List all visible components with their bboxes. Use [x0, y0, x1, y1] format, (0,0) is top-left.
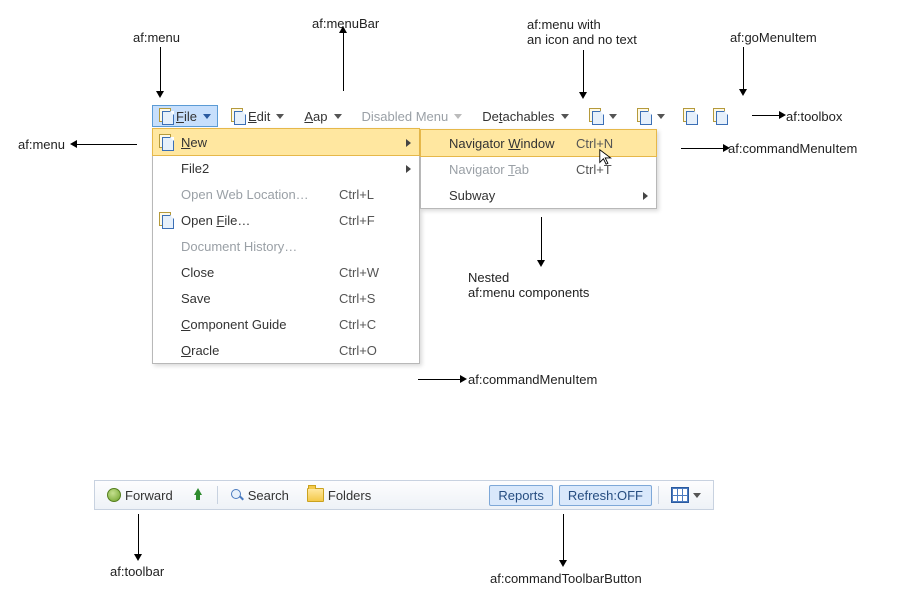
menuitem-component-guide[interactable]: Component Guide Ctrl+C	[153, 311, 419, 337]
annotation-nested-menu: Nested af:menu components	[468, 270, 589, 300]
grid-icon	[671, 487, 689, 503]
menu-file[interactable]: File	[152, 105, 218, 127]
menuitem-file2[interactable]: File2	[153, 155, 419, 181]
annotation-af-commandmenuitem-bottom: af:commandMenuItem	[468, 372, 597, 387]
search-icon	[230, 488, 244, 502]
caret-icon	[561, 114, 569, 119]
toolbar-search[interactable]: Search	[224, 486, 295, 505]
cursor-icon	[598, 148, 616, 166]
folder-icon	[307, 488, 324, 502]
doc-icon	[683, 108, 697, 124]
menubar: File Edit Aap Disabled Menu Detachables	[152, 104, 732, 128]
menu-aap[interactable]: Aap	[297, 106, 348, 127]
annotation-af-gomenuitem: af:goMenuItem	[730, 30, 817, 45]
menuitem-open-web-location: Open Web Location… Ctrl+L	[153, 181, 419, 207]
new-submenu: Navigator Window Ctrl+N Navigator Tab Ct…	[420, 129, 657, 209]
menu-edit[interactable]: Edit	[224, 105, 291, 127]
toolbar: Forward Search Folders Reports Refresh:O…	[94, 480, 714, 510]
annotation-af-toolbar: af:toolbar	[110, 564, 164, 579]
file-dropdown: New File2 Open Web Location… Ctrl+L Open…	[152, 128, 420, 364]
doc-icon	[231, 108, 245, 124]
doc-icon	[159, 134, 173, 150]
menuitem-open-file[interactable]: Open File… Ctrl+F	[153, 207, 419, 233]
annotation-af-menu-top: af:menu	[133, 30, 180, 45]
doc-icon	[159, 212, 173, 228]
annotation-af-menu-icon-only: af:menu with an icon and no text	[527, 17, 637, 47]
menuitem-oracle[interactable]: Oracle Ctrl+O	[153, 337, 419, 363]
toolbar-reports[interactable]: Reports	[489, 485, 553, 506]
menu-detachables[interactable]: Detachables	[475, 106, 575, 127]
submenu-arrow-icon	[406, 139, 411, 147]
doc-icon	[637, 108, 651, 124]
caret-icon	[203, 114, 211, 119]
toolbar-forward[interactable]: Forward	[101, 486, 179, 505]
caret-icon	[276, 114, 284, 119]
menu-icon-only[interactable]	[582, 105, 624, 127]
submenu-arrow-icon	[406, 165, 411, 173]
doc-icon	[589, 108, 603, 124]
menu-icon-only-2[interactable]	[630, 105, 672, 127]
toolbox-button[interactable]	[708, 105, 732, 127]
toolbar-up[interactable]	[185, 486, 211, 504]
menuitem-save[interactable]: Save Ctrl+S	[153, 285, 419, 311]
up-arrow-icon	[191, 488, 205, 502]
doc-icon	[159, 108, 173, 124]
caret-icon	[334, 114, 342, 119]
menu-disabled: Disabled Menu	[355, 106, 470, 127]
menuitem-document-history: Document History…	[153, 233, 419, 259]
annotation-af-commandtoolbarbutton: af:commandToolbarButton	[490, 571, 642, 586]
toolbar-refresh[interactable]: Refresh:OFF	[559, 485, 652, 506]
menuitem-close[interactable]: Close Ctrl+W	[153, 259, 419, 285]
caret-icon	[657, 114, 665, 119]
caret-icon	[609, 114, 617, 119]
toolbar-grid[interactable]	[665, 485, 707, 505]
submenuitem-navigator-tab: Navigator Tab Ctrl+T	[421, 156, 656, 182]
annotation-af-toolbox: af:toolbox	[786, 109, 842, 124]
caret-icon	[693, 493, 701, 498]
toolbar-folders[interactable]: Folders	[301, 486, 377, 505]
separator	[217, 486, 218, 504]
separator	[658, 486, 659, 504]
forward-icon	[107, 488, 121, 502]
annotation-af-commandmenuitem-right: af:commandMenuItem	[728, 141, 857, 156]
go-menu-item[interactable]	[678, 105, 702, 127]
annotation-af-menu-left: af:menu	[18, 137, 65, 152]
submenu-arrow-icon	[643, 192, 648, 200]
caret-icon	[454, 114, 462, 119]
submenuitem-navigator-window[interactable]: Navigator Window Ctrl+N	[420, 129, 657, 157]
submenuitem-subway[interactable]: Subway	[421, 182, 656, 208]
doc-icon	[713, 108, 727, 124]
menuitem-new[interactable]: New	[152, 128, 420, 156]
